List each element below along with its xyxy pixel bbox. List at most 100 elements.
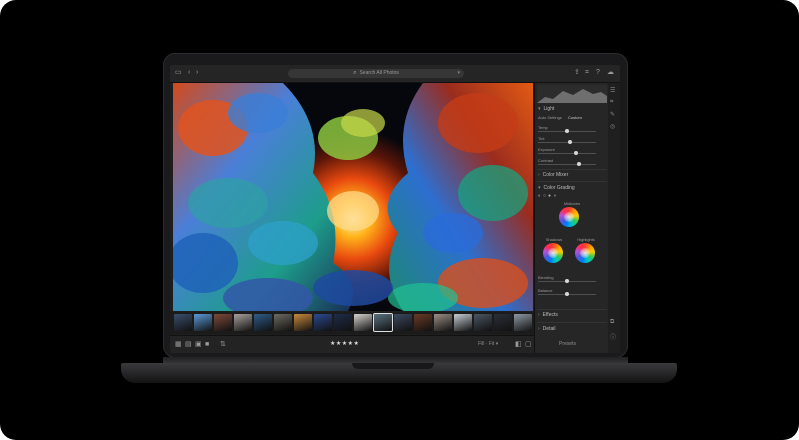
- slider-label: Tint: [538, 136, 545, 141]
- back-icon[interactable]: ‹: [188, 69, 190, 77]
- filmstrip-thumbnail[interactable]: [314, 314, 332, 331]
- versions-icon[interactable]: ⧉: [610, 319, 614, 326]
- shadows-label: Shadows: [545, 237, 563, 242]
- adjustment-slider[interactable]: Contrast: [538, 158, 606, 167]
- slider-label: Temp: [538, 125, 548, 130]
- sort-icon[interactable]: ⇅: [220, 340, 226, 349]
- histogram-graph: [537, 89, 607, 103]
- filmstrip: [170, 312, 534, 334]
- filmstrip-thumbnail[interactable]: [514, 314, 532, 331]
- slider-knob[interactable]: [565, 129, 569, 133]
- shadows-color-wheel[interactable]: [543, 243, 563, 263]
- light-title: Light: [543, 106, 555, 112]
- info-icon[interactable]: ⓘ: [610, 332, 616, 341]
- search-field[interactable]: ⌕ Search All Photos ▾: [288, 69, 464, 78]
- effects-header[interactable]: › Effects: [538, 312, 558, 318]
- cloud-icon[interactable]: ☁: [607, 69, 614, 77]
- laptop-opening-notch: [352, 363, 434, 369]
- filmstrip-thumbnail[interactable]: [434, 314, 452, 331]
- slider-knob[interactable]: [565, 279, 569, 283]
- adjustment-slider[interactable]: Temp: [538, 125, 606, 134]
- adjustment-slider[interactable]: Exposure: [538, 147, 606, 156]
- detail-header[interactable]: › Detail: [538, 326, 555, 332]
- chevron-right-icon: ›: [538, 326, 540, 332]
- slider-track[interactable]: [538, 142, 596, 143]
- square-grid-icon[interactable]: ▤: [185, 340, 192, 349]
- divider: [537, 181, 607, 182]
- laptop-backdrop: ▭ ‹ › ⌕ Search All Photos ▾ ⇪ ⌗ ? ☁ ▦ ▤ …: [0, 0, 799, 440]
- filmstrip-thumbnail[interactable]: [494, 314, 512, 331]
- slider-knob[interactable]: [565, 292, 569, 296]
- slider-label: Balance: [538, 288, 553, 293]
- profile-row[interactable]: Auto Settings Custom: [538, 115, 606, 124]
- filmstrip-thumbnail[interactable]: [174, 314, 192, 331]
- crop-tool-icon[interactable]: ⌗: [610, 99, 613, 106]
- presets-footer[interactable]: Presets: [559, 341, 576, 347]
- filmstrip-thumbnail[interactable]: [454, 314, 472, 331]
- slider-track[interactable]: [538, 153, 596, 154]
- color-grading-header[interactable]: ▾ Color Grading: [538, 185, 575, 191]
- adjustment-slider[interactable]: Tint: [538, 136, 606, 145]
- filmstrip-thumbnail[interactable]: [234, 314, 252, 331]
- photo-image: [173, 83, 533, 311]
- highlights-color-wheel[interactable]: [575, 243, 595, 263]
- profile-label: Auto Settings: [538, 115, 562, 120]
- chevron-down-icon: ▾: [538, 106, 541, 112]
- slider-knob[interactable]: [567, 140, 572, 144]
- edit-sliders-icon[interactable]: ☰: [610, 87, 615, 94]
- tool-rail: ☰ ⌗ ✎ ◎ ⧉ ⓘ: [608, 83, 620, 353]
- color-grading-title: Color Grading: [543, 185, 575, 191]
- divider: [537, 169, 607, 170]
- adjustment-slider[interactable]: Balance: [538, 288, 606, 297]
- effects-title: Effects: [542, 312, 558, 318]
- highlights-label: Highlights: [577, 237, 595, 242]
- single-view-icon[interactable]: ■: [205, 340, 209, 349]
- adjustment-slider[interactable]: Blending: [538, 275, 606, 284]
- chevron-down-icon: ▾: [538, 185, 541, 191]
- grading-mode-icons[interactable]: ◐○●◑: [538, 193, 558, 199]
- midtones-label: Midtones: [563, 201, 581, 206]
- color-mixer-title: Color Mixer: [542, 172, 569, 178]
- histogram: [537, 85, 607, 103]
- zoom-select[interactable]: Fill · Fit ▾: [478, 341, 498, 347]
- chevron-right-icon: ›: [538, 312, 540, 318]
- light-section-header[interactable]: ▾ Light: [538, 106, 554, 112]
- slider-track[interactable]: [538, 164, 596, 165]
- upload-icon[interactable]: ⇪: [574, 69, 580, 77]
- star-rating[interactable]: ★★★★★: [330, 340, 359, 349]
- profile-value: Custom: [568, 115, 582, 120]
- filmstrip-thumbnail[interactable]: [373, 313, 393, 332]
- filmstrip-thumbnail[interactable]: [294, 314, 312, 331]
- masking-icon[interactable]: ◎: [610, 123, 615, 130]
- help-icon[interactable]: ?: [596, 69, 600, 77]
- sidebar-toggle-icon[interactable]: ▭: [175, 69, 182, 77]
- crop-icon[interactable]: ⌗: [585, 69, 589, 77]
- detail-view-icon[interactable]: ▣: [195, 340, 202, 349]
- app-window: ▭ ‹ › ⌕ Search All Photos ▾ ⇪ ⌗ ? ☁ ▦ ▤ …: [170, 65, 620, 353]
- filmstrip-thumbnail[interactable]: [254, 314, 272, 331]
- detail-title: Detail: [542, 326, 556, 332]
- healing-brush-icon[interactable]: ✎: [610, 111, 615, 118]
- filmstrip-thumbnail[interactable]: [474, 314, 492, 331]
- forward-icon[interactable]: ›: [196, 69, 198, 77]
- filmstrip-thumbnail[interactable]: [354, 314, 372, 331]
- filmstrip-thumbnail[interactable]: [274, 314, 292, 331]
- slider-knob[interactable]: [576, 162, 581, 166]
- search-dropdown-caret[interactable]: ▾: [457, 69, 460, 78]
- edit-panel: ▾ Light Auto Settings Custom Temp Tint Expo…: [534, 83, 609, 353]
- filmstrip-thumbnail[interactable]: [194, 314, 212, 331]
- filmstrip-thumbnail[interactable]: [214, 314, 232, 331]
- filmstrip-thumbnail[interactable]: [394, 314, 412, 331]
- search-placeholder: Search All Photos: [359, 70, 399, 76]
- photo-preview[interactable]: [173, 83, 533, 311]
- midtones-color-wheel[interactable]: [559, 207, 579, 227]
- color-mixer-header[interactable]: › Color Mixer: [538, 172, 568, 178]
- slider-knob[interactable]: [573, 151, 578, 155]
- grid-view-icon[interactable]: ▦: [175, 340, 182, 349]
- slider-label: Contrast: [538, 158, 554, 163]
- filmstrip-thumbnail[interactable]: [334, 314, 352, 331]
- fullscreen-icon[interactable]: ▢: [525, 340, 532, 349]
- compare-icon[interactable]: ◧: [515, 340, 522, 349]
- filmstrip-thumbnail[interactable]: [414, 314, 432, 331]
- chevron-right-icon: ›: [538, 172, 540, 178]
